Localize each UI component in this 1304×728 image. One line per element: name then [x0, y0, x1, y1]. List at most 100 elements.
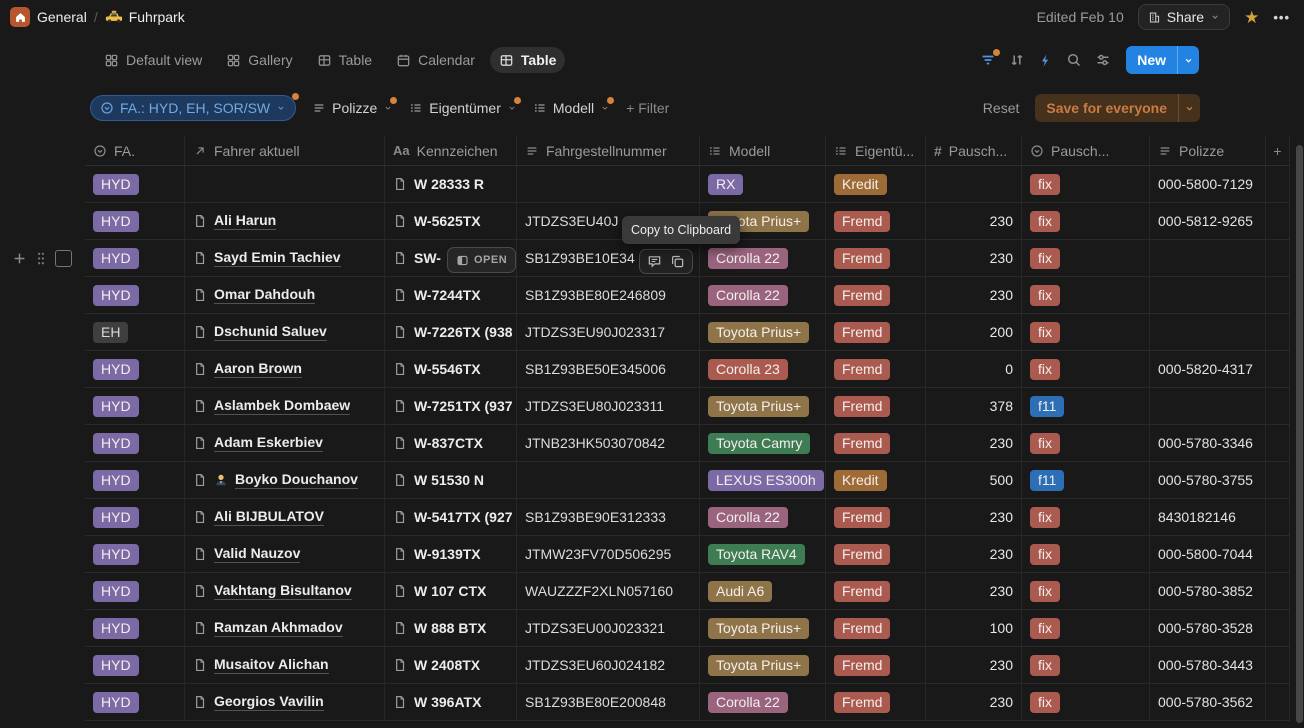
table-row[interactable]: HYDBoyko DouchanovW 51530 NLEXUS ES300hK…: [85, 462, 1290, 499]
cell-kennzeichen[interactable]: W-7244TX: [385, 277, 517, 313]
cell-fahrgestellnummer[interactable]: JTDZS3EU90J023317: [517, 314, 700, 350]
cell-empty[interactable]: [1266, 536, 1290, 572]
cell-fa[interactable]: HYD: [85, 499, 185, 535]
open-page-button[interactable]: OPEN: [447, 247, 516, 273]
new-button[interactable]: New: [1126, 46, 1199, 74]
cell-fa[interactable]: HYD: [85, 388, 185, 424]
table-row[interactable]: HYDW 28333 RRXKreditfix000-5800-7129: [85, 166, 1290, 203]
table-row[interactable]: HYDAaron BrownW-5546TXSB1Z93BE50E345006C…: [85, 351, 1290, 388]
column-header-modell[interactable]: Modell: [700, 136, 826, 165]
cell-polizze[interactable]: [1150, 314, 1266, 350]
filter-icon[interactable]: [980, 52, 996, 68]
driver-page-link[interactable]: Ali Harun: [214, 212, 276, 230]
search-icon[interactable]: [1066, 52, 1082, 68]
cell-modell[interactable]: Audi A6: [700, 573, 826, 609]
cell-empty[interactable]: [1266, 610, 1290, 646]
driver-page-link[interactable]: Musaitov Alichan: [214, 656, 329, 674]
column-header-kennzeichen[interactable]: AaKennzeichen: [385, 136, 517, 165]
driver-page-link[interactable]: Adam Eskerbiev: [214, 434, 323, 452]
cell-modell[interactable]: Toyota RAV4: [700, 536, 826, 572]
driver-page-link[interactable]: Ali BIJBULATOV: [214, 508, 324, 526]
save-for-everyone-label[interactable]: Save for everyone: [1035, 94, 1178, 122]
cell-pauschale-betrag[interactable]: 230: [926, 425, 1022, 461]
cell-kennzeichen[interactable]: W 2408TX: [385, 647, 517, 683]
cell-modell[interactable]: Corolla 23: [700, 351, 826, 387]
cell-kennzeichen[interactable]: W-7226TX (938: [385, 314, 517, 350]
cell-fahrer-aktuell[interactable]: Adam Eskerbiev: [185, 425, 385, 461]
cell-empty[interactable]: [1266, 166, 1290, 202]
cell-fahrgestellnummer[interactable]: SB1Z93BE80E200848: [517, 684, 700, 720]
home-icon[interactable]: [10, 7, 30, 27]
cell-fahrer-aktuell[interactable]: Ramzan Akhmadov: [185, 610, 385, 646]
column-header-pausch-[interactable]: #Pausch...: [926, 136, 1022, 165]
cell-eigentuemer[interactable]: Fremd: [826, 536, 926, 572]
cell-kennzeichen[interactable]: W 107 CTX: [385, 573, 517, 609]
driver-page-link[interactable]: Vakhtang Bisultanov: [214, 582, 352, 600]
cell-kennzeichen[interactable]: W-7251TX (937: [385, 388, 517, 424]
cell-fahrgestellnummer[interactable]: JTDZS3EU00J023321: [517, 610, 700, 646]
filter-chip-0[interactable]: FA.: HYD, EH, SOR/SW: [90, 95, 296, 121]
cell-fahrgestellnummer[interactable]: [517, 166, 700, 202]
favorite-star-icon[interactable]: ★: [1244, 9, 1259, 26]
driver-page-link[interactable]: Ramzan Akhmadov: [214, 619, 343, 637]
cell-pauschale-typ[interactable]: fix: [1022, 499, 1150, 535]
cell-fa[interactable]: HYD: [85, 573, 185, 609]
driver-page-link[interactable]: Omar Dahdouh: [214, 286, 315, 304]
cell-polizze[interactable]: 000-5800-7044: [1150, 536, 1266, 572]
cell-empty[interactable]: [1266, 462, 1290, 498]
add-row-icon[interactable]: [12, 251, 27, 266]
cell-fahrgestellnummer[interactable]: [517, 462, 700, 498]
cell-polizze[interactable]: 000-5780-3443: [1150, 647, 1266, 683]
cell-empty[interactable]: [1266, 425, 1290, 461]
copy-icon[interactable]: [670, 254, 685, 269]
cell-fahrer-aktuell[interactable]: Dschunid Saluev: [185, 314, 385, 350]
column-header-fahrgestellnummer[interactable]: Fahrgestellnummer: [517, 136, 700, 165]
cell-kennzeichen[interactable]: W 51530 N: [385, 462, 517, 498]
view-tab-table-2[interactable]: Table: [308, 47, 381, 73]
cell-pauschale-betrag[interactable]: 230: [926, 203, 1022, 239]
cell-polizze[interactable]: 000-5780-3562: [1150, 684, 1266, 720]
cell-fa[interactable]: HYD: [85, 203, 185, 239]
cell-fahrgestellnummer[interactable]: SB1Z93BE90E312333: [517, 499, 700, 535]
cell-modell[interactable]: Corolla 22: [700, 684, 826, 720]
table-row[interactable]: HYDAslambek DombaewW-7251TX (937JTDZS3EU…: [85, 388, 1290, 425]
cell-empty[interactable]: [1266, 240, 1290, 276]
cell-kennzeichen[interactable]: W 28333 R: [385, 166, 517, 202]
cell-modell[interactable]: Toyota Prius+: [700, 388, 826, 424]
cell-pauschale-typ[interactable]: fix: [1022, 240, 1150, 276]
cell-kennzeichen[interactable]: W 888 BTX: [385, 610, 517, 646]
cell-fahrgestellnummer[interactable]: JTDZS3EU60J024182: [517, 647, 700, 683]
table-row[interactable]: HYDRamzan AkhmadovW 888 BTXJTDZS3EU00J02…: [85, 610, 1290, 647]
cell-polizze[interactable]: 000-5780-3346: [1150, 425, 1266, 461]
cell-fa[interactable]: HYD: [85, 536, 185, 572]
table-row[interactable]: HYDValid NauzovW-9139TXJTMW23FV70D506295…: [85, 536, 1290, 573]
cell-eigentuemer[interactable]: Fremd: [826, 203, 926, 239]
cell-fa[interactable]: HYD: [85, 647, 185, 683]
table-row[interactable]: HYDAdam EskerbievW-837CTXJTNB23HK5030708…: [85, 425, 1290, 462]
cell-eigentuemer[interactable]: Fremd: [826, 351, 926, 387]
table-row[interactable]: HYDOmar DahdouhW-7244TXSB1Z93BE80E246809…: [85, 277, 1290, 314]
cell-modell[interactable]: Corolla 22: [700, 499, 826, 535]
cell-fahrgestellnummer[interactable]: JTDZS3EU80J023311: [517, 388, 700, 424]
driver-page-link[interactable]: Georgios Vavilin: [214, 693, 324, 711]
cell-fahrer-aktuell[interactable]: Sayd Emin Tachiev: [185, 240, 385, 276]
cell-fahrgestellnummer[interactable]: SB1Z93BE50E345006: [517, 351, 700, 387]
cell-empty[interactable]: [1266, 684, 1290, 720]
cell-fahrer-aktuell[interactable]: Aaron Brown: [185, 351, 385, 387]
cell-eigentuemer[interactable]: Fremd: [826, 277, 926, 313]
filter-chip-2[interactable]: Eigentümer: [409, 100, 517, 116]
cell-fa[interactable]: HYD: [85, 462, 185, 498]
cell-pauschale-typ[interactable]: fix: [1022, 610, 1150, 646]
cell-pauschale-typ[interactable]: fix: [1022, 203, 1150, 239]
column-header-fahrer-aktuell[interactable]: Fahrer aktuell: [185, 136, 385, 165]
row-checkbox[interactable]: [55, 250, 72, 267]
cell-fahrgestellnummer[interactable]: WAUZZZF2XLN057160: [517, 573, 700, 609]
reset-button[interactable]: Reset: [983, 100, 1020, 116]
cell-pauschale-betrag[interactable]: 230: [926, 536, 1022, 572]
cell-eigentuemer[interactable]: Kredit: [826, 462, 926, 498]
more-options-icon[interactable]: •••: [1273, 10, 1290, 25]
cell-fahrgestellnummer[interactable]: JTMW23FV70D506295: [517, 536, 700, 572]
cell-pauschale-typ[interactable]: fix: [1022, 351, 1150, 387]
cell-polizze[interactable]: 8430182146: [1150, 499, 1266, 535]
cell-modell[interactable]: LEXUS ES300h: [700, 462, 826, 498]
